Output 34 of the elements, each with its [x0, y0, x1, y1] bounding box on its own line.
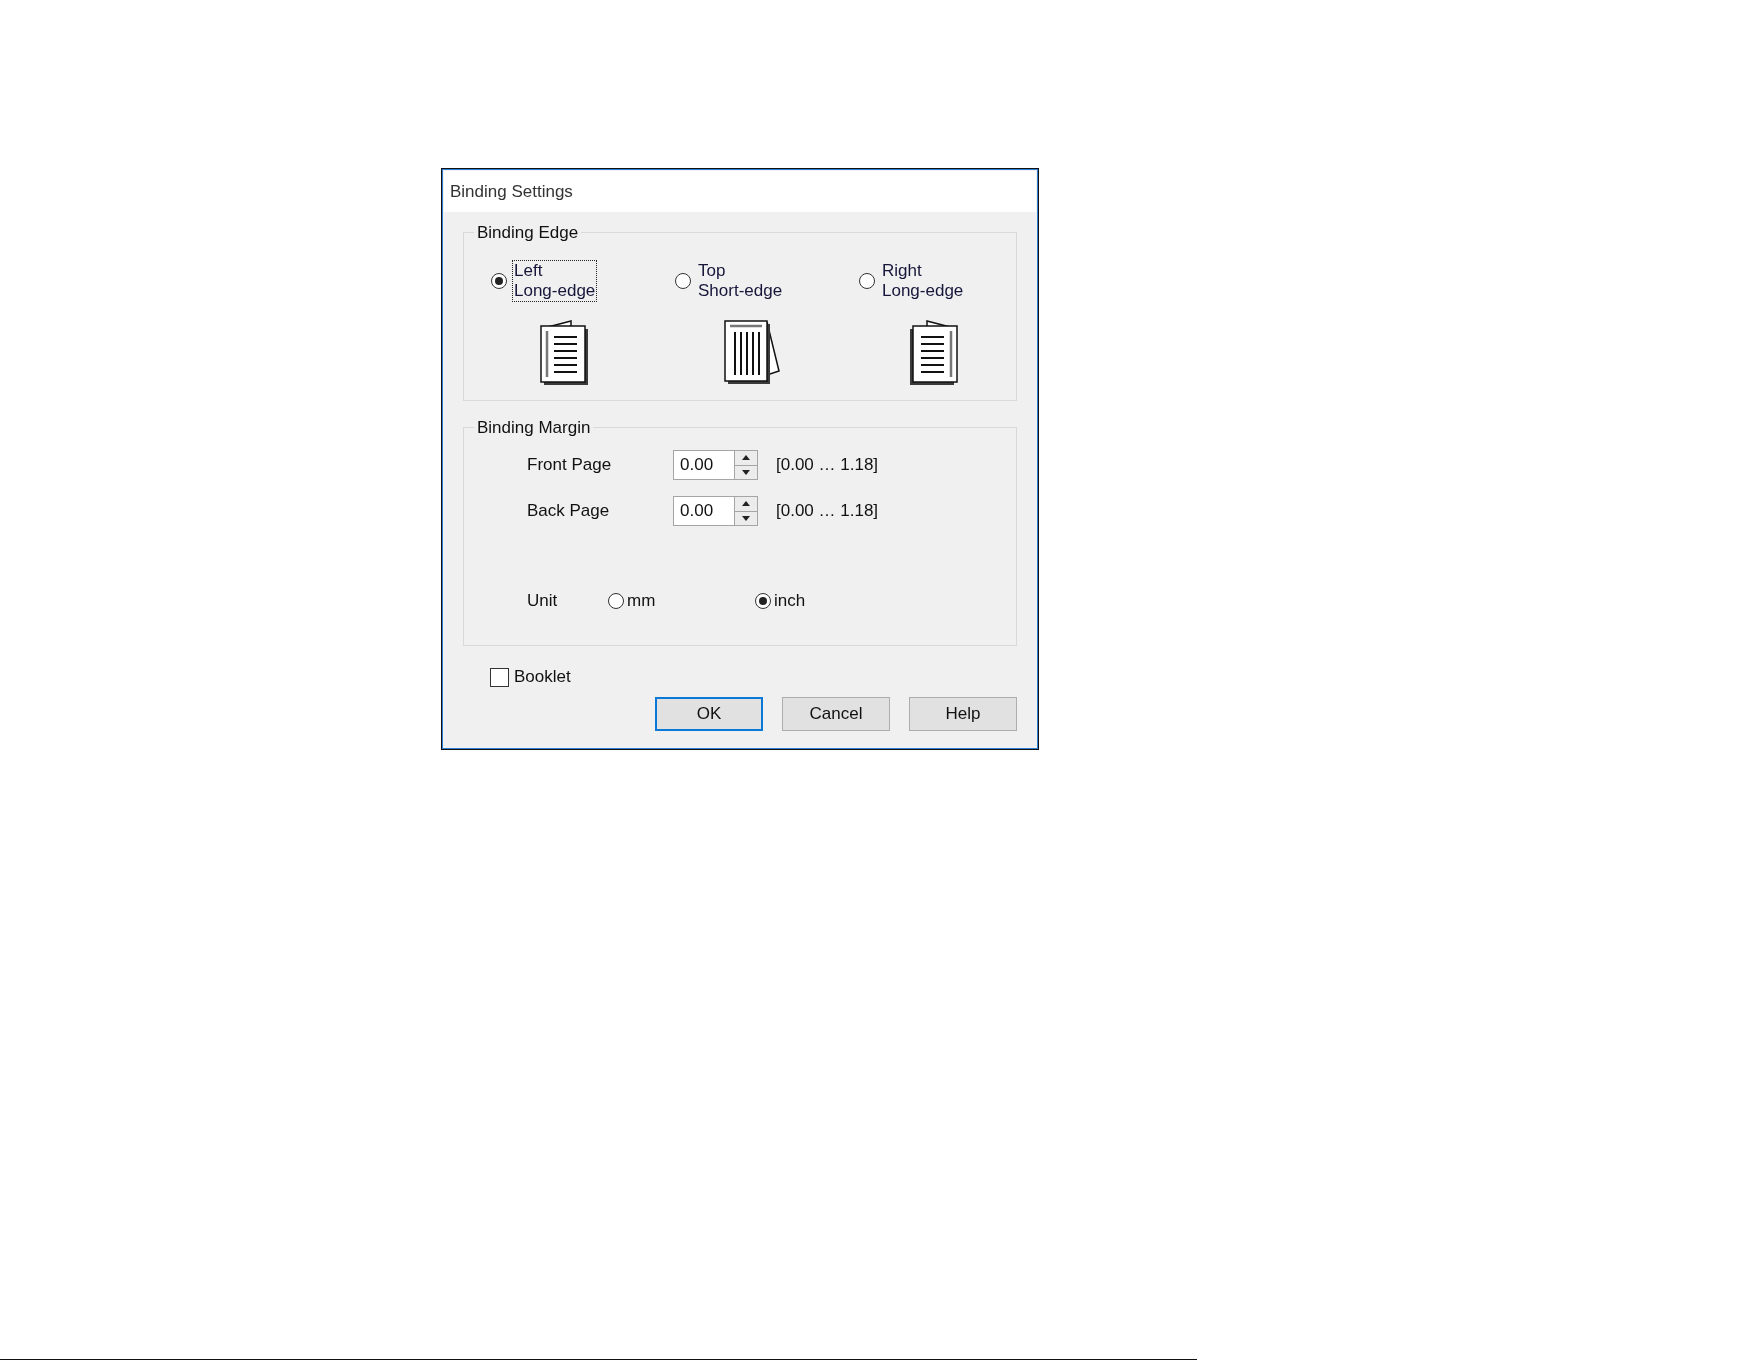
- spin-up-button[interactable]: [734, 450, 758, 466]
- radio-label[interactable]: Right Long-edge: [881, 261, 965, 301]
- group-title: Binding Margin: [476, 417, 592, 438]
- radio-button[interactable]: [491, 273, 507, 289]
- radio-button[interactable]: [675, 273, 691, 289]
- dialog-button[interactable]: Help: [909, 697, 1017, 731]
- group-title: Binding Edge: [476, 222, 580, 243]
- caret-up-icon: [742, 455, 750, 461]
- checkbox-label[interactable]: Booklet: [514, 667, 571, 687]
- radio-label[interactable]: inch: [774, 591, 806, 611]
- caret-down-icon: [742, 515, 750, 521]
- spin-up-button[interactable]: [734, 496, 758, 512]
- dialog-button[interactable]: OK: [655, 697, 763, 731]
- caret-up-icon: [742, 501, 750, 507]
- caret-down-icon: [742, 469, 750, 475]
- number-input[interactable]: 0.00: [673, 496, 734, 526]
- radio-label[interactable]: Left Long-edge: [513, 261, 597, 301]
- field-label: Back Page: [527, 501, 611, 521]
- range-text: [0.00 … 1.18]: [776, 501, 880, 521]
- document-icon: [723, 319, 781, 386]
- number-input[interactable]: 0.00: [673, 450, 734, 480]
- field-label: Unit: [527, 591, 559, 611]
- checkbox[interactable]: [490, 667, 509, 687]
- dialog-button[interactable]: Cancel: [782, 697, 890, 731]
- document-icon: [907, 319, 959, 386]
- document-icon: [539, 319, 591, 386]
- radio-label[interactable]: mm: [627, 591, 656, 611]
- field-label: Front Page: [527, 455, 613, 475]
- radio-button[interactable]: [608, 593, 624, 609]
- range-text: [0.00 … 1.18]: [776, 455, 880, 475]
- radio-button[interactable]: [859, 273, 875, 289]
- radio-label[interactable]: Top Short-edge: [697, 261, 784, 301]
- window-title: Binding Settings: [450, 181, 573, 202]
- radio-button[interactable]: [755, 593, 771, 609]
